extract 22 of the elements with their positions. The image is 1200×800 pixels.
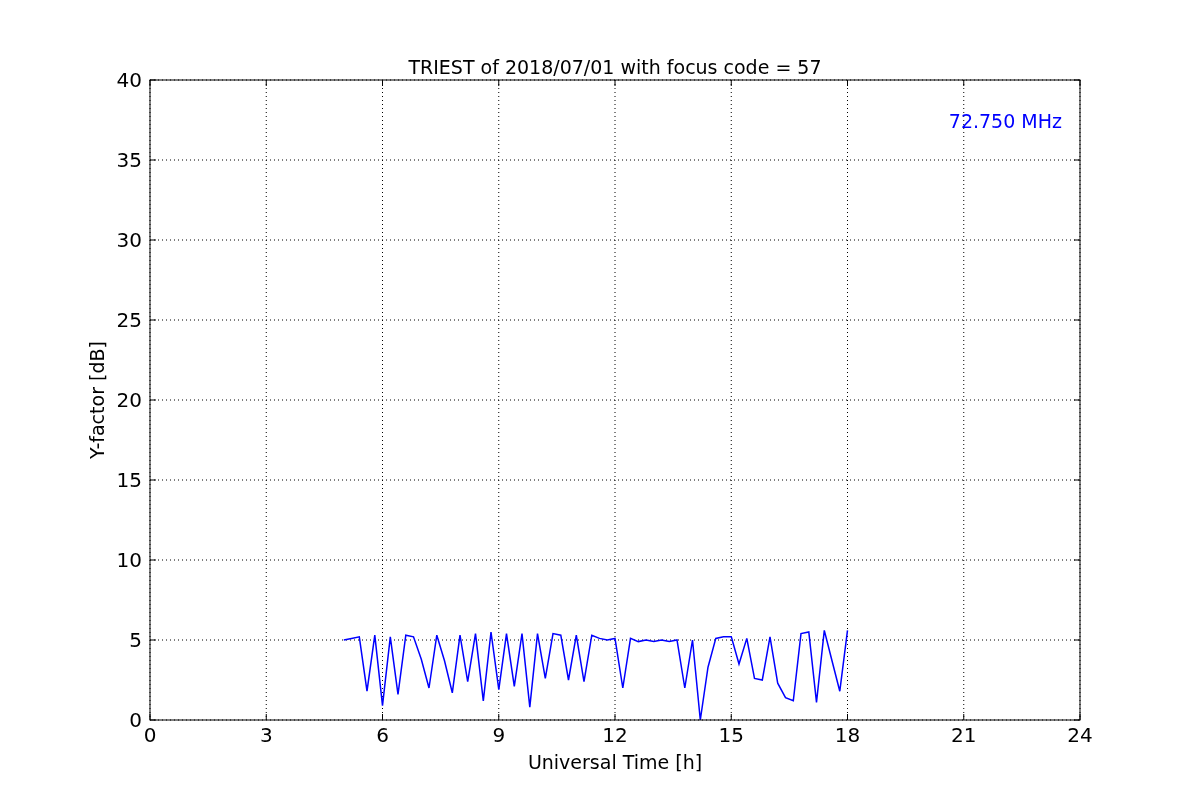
chart-title: TRIEST of 2018/07/01 with focus code = 57 [408, 56, 822, 78]
x-tick-label: 0 [143, 723, 157, 747]
x-tick-label: 6 [376, 723, 389, 747]
x-tick-label: 18 [834, 723, 861, 747]
x-tick-label: 21 [951, 723, 977, 747]
x-tick-label: 3 [259, 723, 273, 747]
x-tick-label: 12 [602, 723, 628, 747]
y-tick-label: 0 [129, 708, 142, 732]
x-axis-label: Universal Time [h] [527, 751, 703, 773]
y-tick-label: 15 [116, 468, 142, 492]
y-tick-label: 35 [116, 148, 142, 172]
series-label: 72.750 MHz [948, 110, 1062, 132]
y-tick-label: 10 [116, 548, 142, 572]
x-tick-label: 15 [718, 723, 744, 747]
y-tick-label: 5 [129, 628, 142, 652]
x-tick-label: 24 [1067, 723, 1093, 747]
y-tick-label: 30 [116, 228, 142, 252]
y-tick-label: 40 [116, 68, 142, 92]
y-axis-label: Y-factor [dB] [86, 341, 108, 459]
y-tick-label: 20 [116, 388, 142, 412]
y-tick-label: 25 [116, 308, 142, 332]
x-tick-label: 9 [492, 723, 506, 747]
